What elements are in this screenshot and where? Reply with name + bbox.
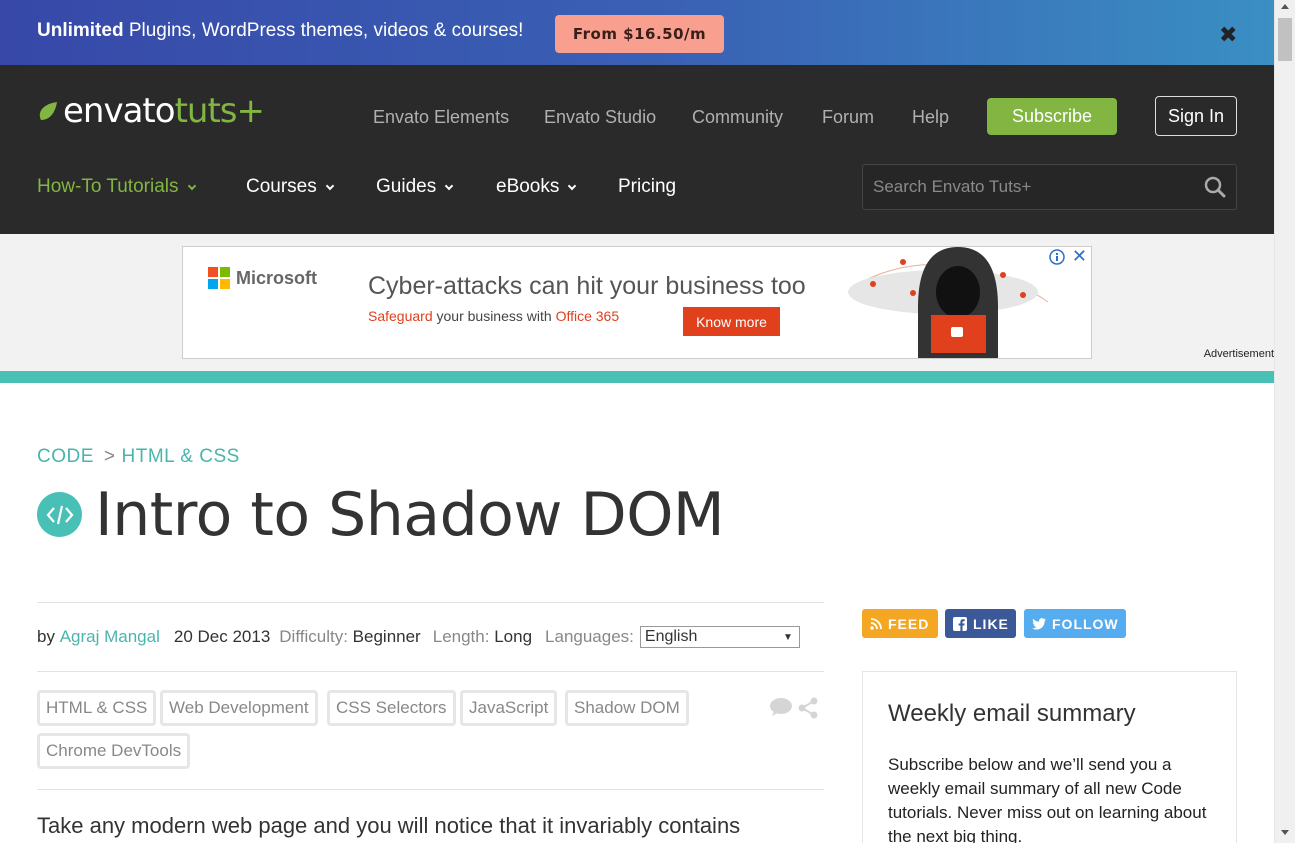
ad-zone: Microsoft Cyber-attacks can hit your bus… <box>0 234 1274 371</box>
nav-how-to-tutorials[interactable]: How-To Tutorials <box>37 176 196 198</box>
subscribe-button[interactable]: Subscribe <box>987 98 1117 135</box>
search-icon[interactable] <box>1204 176 1226 198</box>
nav-forum[interactable]: Forum <box>822 107 874 128</box>
nav-envato-elements[interactable]: Envato Elements <box>373 107 509 128</box>
scroll-down-arrow-icon[interactable] <box>1281 830 1289 835</box>
nav-guides[interactable]: Guides <box>376 176 454 198</box>
sign-in-button[interactable]: Sign In <box>1155 96 1237 136</box>
ad-banner[interactable]: Microsoft Cyber-attacks can hit your bus… <box>182 246 1092 359</box>
twitter-icon <box>1032 617 1046 629</box>
tag-shadow-dom[interactable]: Shadow DOM <box>565 690 689 726</box>
nav-help[interactable]: Help <box>912 107 949 128</box>
breadcrumb: CODE > HTML & CSS <box>37 446 240 468</box>
ad-brand: Microsoft <box>236 267 317 288</box>
chevron-down-icon <box>325 181 334 190</box>
email-summary-box: Weekly email summary Subscribe below and… <box>862 671 1237 843</box>
ad-info-icon[interactable] <box>1049 249 1065 265</box>
difficulty-value: Beginner <box>352 627 421 646</box>
languages-label: Languages: <box>545 627 634 646</box>
nav-ebooks[interactable]: eBooks <box>496 176 577 198</box>
tag-chrome-devtools[interactable]: Chrome DevTools <box>37 733 191 769</box>
nav-envato-studio[interactable]: Envato Studio <box>544 107 656 128</box>
follow-button[interactable]: FOLLOW <box>1024 609 1126 638</box>
tag-html-css[interactable]: HTML & CSS <box>37 690 157 726</box>
feed-button[interactable]: FEED <box>862 609 938 638</box>
article-meta: by Agraj Mangal 20 Dec 2013 Difficulty: … <box>37 626 800 648</box>
ad-subline: Safeguard your business with Office 365 <box>368 308 620 324</box>
publish-date: 20 Dec 2013 <box>173 627 271 646</box>
nav-pricing[interactable]: Pricing <box>618 176 676 198</box>
search-box <box>862 164 1237 210</box>
promo-text: Unlimited Plugins, WordPress themes, vid… <box>37 20 524 41</box>
scroll-up-arrow-icon[interactable] <box>1281 4 1289 9</box>
length-value: Long <box>494 627 533 646</box>
byline-label: by <box>37 627 55 646</box>
chevron-down-icon <box>568 181 577 190</box>
close-icon[interactable]: ✖ <box>1219 22 1237 48</box>
site-header: envato tuts+ Envato Elements Envato Studi… <box>0 65 1274 234</box>
code-category-icon <box>37 492 82 537</box>
leaf-icon <box>39 102 57 120</box>
ad-headline: Cyber-attacks can hit your business too <box>368 272 806 300</box>
ad-label: Advertisement <box>1203 348 1274 360</box>
chevron-down-icon <box>444 181 454 190</box>
category-color-bar <box>0 371 1274 383</box>
email-summary-title: Weekly email summary <box>888 700 1136 727</box>
divider <box>37 602 824 603</box>
divider <box>37 789 824 790</box>
chevron-down-icon <box>187 181 196 190</box>
divider <box>37 671 824 672</box>
facebook-icon <box>953 616 967 631</box>
like-label: LIKE <box>973 615 1009 632</box>
like-button[interactable]: LIKE <box>945 609 1016 638</box>
rss-icon <box>870 617 882 630</box>
article-intro: Take any modern web page and you will no… <box>37 813 741 838</box>
page-scrollbar[interactable] <box>1274 0 1295 843</box>
share-icon[interactable] <box>797 697 819 719</box>
length-label: Length: <box>432 627 490 646</box>
difficulty-label: Difficulty: <box>279 627 348 646</box>
hacker-illustration <box>848 247 1049 358</box>
envato-tuts-logo[interactable]: envato tuts+ <box>37 91 265 131</box>
tag-javascript[interactable]: JavaScript <box>460 690 558 726</box>
close-ad-icon[interactable]: ✕ <box>1072 247 1087 267</box>
feed-label: FEED <box>888 615 930 632</box>
comment-icon[interactable] <box>769 697 793 717</box>
microsoft-grid-icon <box>208 267 230 289</box>
nav-courses[interactable]: Courses <box>246 176 334 198</box>
author-link[interactable]: Agraj Mangal <box>60 627 160 647</box>
search-input[interactable] <box>873 165 1193 209</box>
follow-label: FOLLOW <box>1052 615 1119 632</box>
email-summary-text: Subscribe below and we’ll send you a wee… <box>888 755 1207 843</box>
ad-know-more-button[interactable]: Know more <box>683 307 780 336</box>
scroll-thumb[interactable] <box>1278 18 1292 61</box>
tag-css-selectors[interactable]: CSS Selectors <box>327 690 456 726</box>
tag-web-development[interactable]: Web Development <box>160 690 318 726</box>
logo-main-text: envato <box>63 91 176 131</box>
promo-banner: Unlimited Plugins, WordPress themes, vid… <box>0 0 1274 65</box>
microsoft-logo: Microsoft <box>208 267 317 289</box>
nav-community[interactable]: Community <box>692 107 783 128</box>
promo-pricing-button[interactable]: From $16.50/m <box>555 15 724 53</box>
breadcrumb-html-css[interactable]: HTML & CSS <box>122 446 240 467</box>
page-title: Intro to Shadow DOM <box>95 480 725 550</box>
language-select[interactable]: English <box>639 626 800 648</box>
breadcrumb-code[interactable]: CODE <box>37 446 94 467</box>
breadcrumb-separator: > <box>103 446 116 467</box>
share-icons <box>769 697 819 719</box>
logo-tuts-text: tuts+ <box>174 91 265 131</box>
